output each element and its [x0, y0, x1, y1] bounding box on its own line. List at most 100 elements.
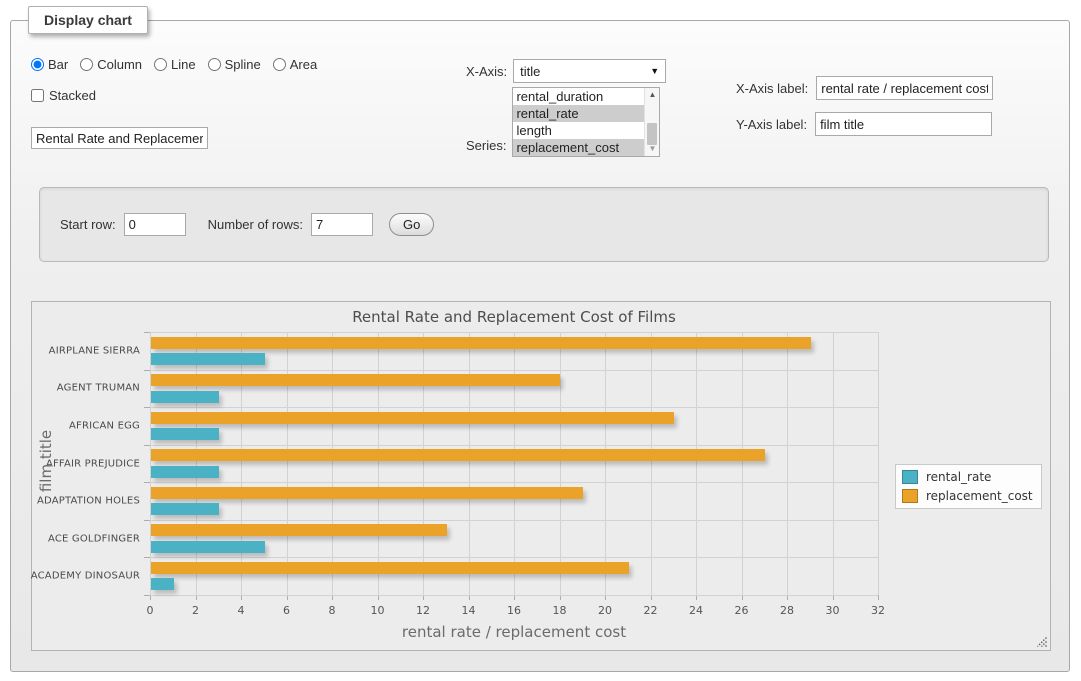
bar-rental_rate — [151, 466, 219, 478]
x-tick-label: 32 — [871, 604, 885, 617]
y-tick — [144, 595, 150, 596]
series-listbox[interactable]: rental_durationrental_ratelengthreplacem… — [512, 87, 660, 157]
chart-type-label: Area — [290, 57, 317, 72]
category-label: AGENT TRUMAN — [57, 383, 140, 394]
chart-container: Rental Rate and Replacement Cost of Film… — [31, 301, 1051, 651]
y-tick — [144, 557, 150, 558]
chart-type-label: Column — [97, 57, 142, 72]
x-tick-label: 0 — [147, 604, 154, 617]
series-option-replacement_cost[interactable]: replacement_cost — [513, 139, 644, 156]
x-axis-select[interactable]: title ▼ — [513, 59, 666, 83]
scroll-up-icon[interactable]: ▲ — [645, 88, 659, 102]
x-tick-label: 18 — [553, 604, 567, 617]
bar-replacement_cost — [151, 449, 765, 461]
y-axis-label-input[interactable] — [815, 112, 992, 136]
chart-type-radio-bar[interactable] — [31, 58, 44, 71]
gridline-horizontal — [150, 332, 878, 333]
gridline-vertical — [196, 332, 197, 595]
row-range-box: Start row: Number of rows: Go — [39, 187, 1049, 262]
chart-legend: rental_rate replacement_cost — [895, 464, 1042, 509]
gridline-vertical — [605, 332, 606, 595]
gridline-vertical — [378, 332, 379, 595]
gridline-horizontal — [150, 595, 878, 596]
resize-grip[interactable] — [1035, 635, 1048, 648]
series-scrollbar[interactable]: ▲ ▼ — [644, 88, 659, 156]
x-axis-label-row: X-Axis label: — [736, 76, 993, 100]
scroll-down-icon[interactable]: ▼ — [645, 142, 659, 156]
bar-replacement_cost — [151, 562, 629, 574]
legend-label: rental_rate — [926, 470, 991, 484]
y-tick — [144, 407, 150, 408]
chart-type-option-column[interactable]: Column — [80, 57, 142, 72]
x-axis-title: rental rate / replacement cost — [150, 623, 878, 641]
gridline-vertical — [651, 332, 652, 595]
chart-type-radio-line[interactable] — [154, 58, 167, 71]
chart-type-option-area[interactable]: Area — [273, 57, 317, 72]
chart-type-option-bar[interactable]: Bar — [31, 57, 68, 72]
chart-type-radio-group: Bar Column Line Spline Area — [31, 57, 325, 72]
x-axis-label-caption: X-Axis label: — [736, 81, 808, 96]
x-tick-label: 20 — [598, 604, 612, 617]
gridline-horizontal — [150, 520, 878, 521]
gridline-vertical — [514, 332, 515, 595]
stacked-label[interactable]: Stacked — [49, 88, 96, 103]
x-tick-label: 12 — [416, 604, 430, 617]
gridline-vertical — [878, 332, 879, 595]
bar-rental_rate — [151, 541, 265, 553]
start-row-input[interactable] — [124, 213, 186, 236]
chart-type-radio-area[interactable] — [273, 58, 286, 71]
legend-entry: replacement_cost — [902, 489, 1033, 503]
gridline-vertical — [241, 332, 242, 595]
gridline-vertical — [787, 332, 788, 595]
chart-type-option-spline[interactable]: Spline — [208, 57, 261, 72]
chart-type-label: Bar — [48, 57, 68, 72]
chart-type-option-line[interactable]: Line — [154, 57, 196, 72]
num-rows-input[interactable] — [311, 213, 373, 236]
x-axis-selected-value: title — [520, 64, 540, 79]
category-label: ACE GOLDFINGER — [48, 533, 140, 544]
x-axis-row: X-Axis: title ▼ — [466, 59, 666, 83]
bar-replacement_cost — [151, 374, 560, 386]
x-tick — [878, 595, 879, 600]
category-label: AFFAIR PREJUDICE — [46, 458, 140, 469]
chart-type-label: Spline — [225, 57, 261, 72]
legend-swatch-replacement_cost — [902, 489, 918, 503]
x-tick-label: 14 — [462, 604, 476, 617]
category-label: AFRICAN EGG — [69, 420, 140, 431]
bar-rental_rate — [151, 391, 219, 403]
series-option-rental_rate[interactable]: rental_rate — [513, 105, 644, 122]
x-tick-label: 8 — [329, 604, 336, 617]
bar-replacement_cost — [151, 412, 674, 424]
x-tick-label: 24 — [689, 604, 703, 617]
chevron-down-icon: ▼ — [650, 66, 659, 76]
x-axis-label-input[interactable] — [816, 76, 993, 100]
gridline-vertical — [469, 332, 470, 595]
bar-rental_rate — [151, 428, 219, 440]
gridline-vertical — [423, 332, 424, 595]
x-tick-label: 28 — [780, 604, 794, 617]
bar-replacement_cost — [151, 524, 447, 536]
gridline-vertical — [332, 332, 333, 595]
chart-type-radio-spline[interactable] — [208, 58, 221, 71]
stacked-row: Stacked — [31, 88, 96, 103]
series-option-length[interactable]: length — [513, 122, 644, 139]
gridline-vertical — [150, 332, 151, 595]
bar-replacement_cost — [151, 487, 583, 499]
y-tick — [144, 370, 150, 371]
stacked-checkbox[interactable] — [31, 89, 44, 102]
go-button[interactable]: Go — [389, 213, 434, 236]
gridline-horizontal — [150, 482, 878, 483]
chart-title-input[interactable] — [31, 127, 208, 149]
gridline-horizontal — [150, 445, 878, 446]
legend-label: replacement_cost — [926, 489, 1033, 503]
gridline-horizontal — [150, 557, 878, 558]
y-axis-title: film title — [37, 391, 55, 531]
x-axis-select-label: X-Axis: — [466, 64, 507, 79]
gridline-horizontal — [150, 370, 878, 371]
gridline-horizontal — [150, 407, 878, 408]
series-option-rental_duration[interactable]: rental_duration — [513, 88, 644, 105]
chart-type-radio-column[interactable] — [80, 58, 93, 71]
bar-rental_rate — [151, 353, 265, 365]
category-label: AIRPLANE SIERRA — [49, 345, 140, 356]
x-tick-label: 2 — [192, 604, 199, 617]
